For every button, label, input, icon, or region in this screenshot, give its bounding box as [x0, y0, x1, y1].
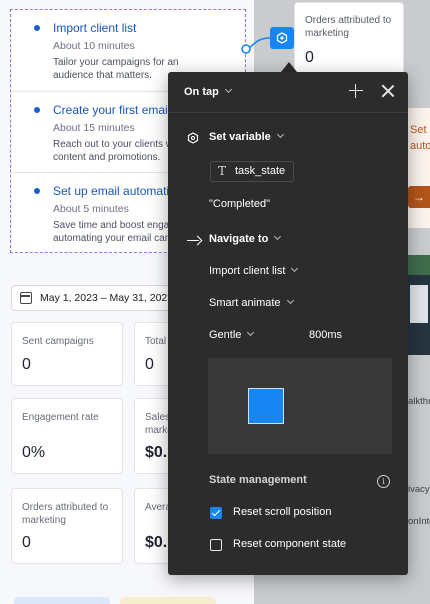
- metric-value: $0.: [145, 444, 168, 461]
- metric-value: 0: [22, 534, 31, 551]
- action-label: Navigate to: [209, 233, 269, 245]
- easing-label: Gentle: [209, 329, 242, 341]
- metric-label: Orders attributed to marketing: [305, 15, 392, 39]
- close-icon[interactable]: [381, 84, 395, 98]
- destination-label: Import client list: [209, 265, 286, 277]
- animation-preview: [208, 358, 392, 454]
- destination-dropdown[interactable]: Import client list: [209, 264, 299, 277]
- trigger-label: On tap: [184, 86, 219, 98]
- thumbnail-image: [408, 255, 430, 275]
- promo-text: Set: [410, 124, 427, 136]
- action-set-variable[interactable]: Set variable: [209, 130, 284, 143]
- reset-scroll-checkbox[interactable]: [210, 507, 222, 519]
- date-range-picker[interactable]: May 1, 2023 – May 31, 2023: [11, 285, 174, 311]
- variable-chip[interactable]: T task_state: [210, 161, 295, 182]
- date-range-label: May 1, 2023 – May 31, 2023: [40, 292, 174, 304]
- action-label: Set variable: [209, 131, 271, 143]
- integration-link[interactable]: onInte: [408, 516, 430, 527]
- walkthrough-link[interactable]: alkthr: [408, 396, 430, 407]
- reset-component-label: Reset component state: [233, 538, 347, 550]
- arrow-right-icon: [187, 236, 201, 246]
- metric-value: $0.: [145, 534, 168, 551]
- variable-name: task_state: [235, 165, 286, 177]
- animation-dropdown[interactable]: Smart animate: [209, 296, 294, 309]
- metric-value: 0: [305, 49, 314, 66]
- preview-square: [248, 388, 284, 424]
- promo-card: Set auto →: [408, 108, 430, 228]
- reset-component-checkbox[interactable]: [210, 539, 222, 551]
- variable-icon: [187, 132, 199, 144]
- metric-value: 0: [145, 356, 154, 373]
- duration-input[interactable]: 800ms: [309, 329, 342, 341]
- metric-card-sent-campaigns: Sent campaigns 0: [11, 322, 123, 386]
- divider: [168, 112, 408, 113]
- metric-card-engagement-rate: Engagement rate 0%: [11, 398, 123, 474]
- state-management-heading: State management: [209, 474, 307, 486]
- bottom-pill-blue: [14, 597, 110, 604]
- thumbnail-image: [408, 275, 430, 355]
- variable-value-field[interactable]: "Completed": [209, 198, 270, 210]
- metric-card-orders-attributed: Orders attributed to marketing 0: [294, 2, 404, 79]
- interaction-trigger-icon[interactable]: [270, 27, 294, 49]
- chevron-down-icon: [247, 328, 255, 337]
- metric-label: Engagement rate: [22, 412, 99, 423]
- interaction-panel: On tap Set variable T task_state "Comple…: [168, 72, 408, 575]
- action-navigate-to[interactable]: Navigate to: [209, 232, 282, 245]
- privacy-link[interactable]: ivacy: [408, 484, 430, 495]
- metric-label: Sent campaigns: [22, 336, 94, 347]
- promo-text: auto: [410, 140, 430, 152]
- chevron-down-icon: [274, 232, 282, 241]
- chevron-down-icon: [291, 264, 299, 273]
- easing-dropdown[interactable]: Gentle: [209, 328, 255, 341]
- arrow-right-icon[interactable]: →: [408, 186, 430, 208]
- metric-value: 0%: [22, 444, 46, 461]
- reset-scroll-label: Reset scroll position: [233, 506, 332, 518]
- info-icon[interactable]: i: [377, 475, 390, 488]
- metric-card-orders: Orders attributed to marketing 0: [11, 488, 123, 564]
- metric-label: Total: [145, 336, 167, 347]
- calendar-icon: [20, 292, 32, 304]
- chevron-down-icon: [276, 130, 284, 139]
- animation-label: Smart animate: [209, 297, 281, 309]
- text-variable-icon: T: [218, 164, 227, 178]
- bottom-pill-yellow: [120, 597, 216, 604]
- chevron-down-icon: [224, 85, 232, 94]
- popover-caret: [281, 62, 297, 72]
- metric-value: 0: [22, 356, 31, 373]
- add-interaction-button[interactable]: [349, 84, 363, 98]
- trigger-dropdown[interactable]: On tap: [184, 85, 232, 98]
- chevron-down-icon: [286, 296, 294, 305]
- metric-label: Orders attributed to marketing: [22, 502, 109, 526]
